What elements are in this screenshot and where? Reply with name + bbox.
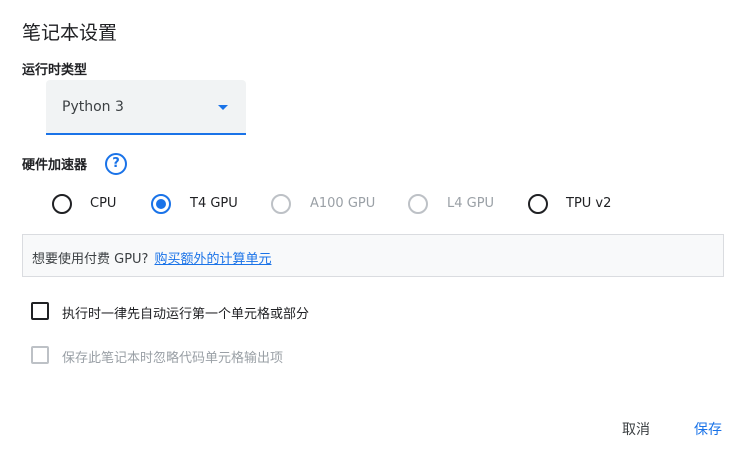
- hardware-accelerator-label: 硬件加速器: [22, 158, 88, 173]
- banner-text: 想要使用付费 GPU? 购买额外的计算单元: [32, 248, 271, 267]
- runtime-type-select[interactable]: Python 3: [46, 80, 246, 135]
- dialog-title: 笔记本设置: [22, 22, 118, 44]
- paid-gpu-banner: 想要使用付费 GPU? 购买额外的计算单元: [22, 234, 724, 277]
- buy-compute-units-link[interactable]: 购买额外的计算单元: [154, 252, 271, 267]
- radio-t4-gpu[interactable]: [151, 194, 171, 214]
- omit-output-checkbox: [31, 346, 49, 364]
- runtime-type-label: 运行时类型: [22, 63, 88, 78]
- auto-run-first-cell-label[interactable]: 执行时一律先自动运行第一个单元格或部分: [62, 303, 309, 322]
- radio-tpu-v2-label[interactable]: TPU v2: [566, 196, 611, 211]
- save-button[interactable]: 保存: [694, 419, 722, 439]
- banner-question: 想要使用付费 GPU?: [32, 252, 149, 267]
- radio-l4-gpu-label: L4 GPU: [447, 196, 495, 211]
- help-circle-icon[interactable]: ?: [105, 153, 127, 175]
- runtime-type-value: Python 3: [62, 99, 124, 115]
- radio-tpu-v2[interactable]: [528, 194, 548, 214]
- radio-cpu-label[interactable]: CPU: [90, 196, 116, 211]
- radio-a100-gpu: [271, 194, 291, 214]
- radio-a100-gpu-label: A100 GPU: [310, 196, 376, 211]
- cancel-button[interactable]: 取消: [622, 419, 650, 439]
- radio-l4-gpu: [408, 194, 428, 214]
- radio-t4-gpu-label[interactable]: T4 GPU: [190, 196, 238, 211]
- hardware-accelerator-options: CPU T4 GPU A100 GPU L4 GPU TPU v2: [0, 190, 746, 218]
- omit-output-label: 保存此笔记本时忽略代码单元格输出项: [62, 351, 284, 366]
- radio-cpu[interactable]: [52, 194, 72, 214]
- dropdown-arrow-icon: [218, 105, 228, 110]
- auto-run-first-cell-checkbox[interactable]: [31, 302, 49, 320]
